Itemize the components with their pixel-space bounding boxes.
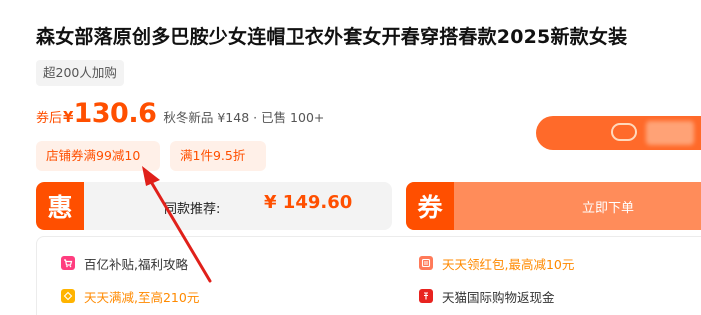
product-title: 森女部落原创多巴胺少女连帽卫衣外套女开春穿搭春款2025新款女装 <box>36 26 628 48</box>
benefit-item[interactable]: 天天领红包,最高减10元 <box>419 254 574 272</box>
price-row: 券后 ¥ 130.6 秋冬新品 ¥148 · 已售 100+ <box>36 98 325 129</box>
price-prefix: 券后 <box>36 111 63 126</box>
benefit-text: 天天领红包,最高减10元 <box>442 256 575 272</box>
buyers-count-tag: 超200人加购 <box>36 60 124 86</box>
benefit-text: 天猫国际购物返现金 <box>442 289 555 305</box>
blurred-text <box>646 121 694 145</box>
coupon-icon <box>61 289 75 303</box>
cart-icon <box>61 256 75 270</box>
similar-price: ¥ 149.60 <box>264 192 353 213</box>
benefit-text: 天天满减,至高210元 <box>84 289 200 305</box>
red-packet-icon <box>419 256 433 270</box>
store-coupon[interactable]: 店铺券满99减10 <box>36 141 160 171</box>
discount-coupon[interactable]: 满1件9.5折 <box>170 141 266 171</box>
buy-now-label: 立即下单 <box>582 201 635 216</box>
promo-banner[interactable] <box>536 116 701 150</box>
price-value: 130.6 <box>73 98 157 129</box>
benefit-item[interactable]: 百亿补贴,福利攻略 <box>61 254 188 272</box>
quan-badge: 券 <box>406 182 454 230</box>
benefit-text: 百亿补贴,福利攻略 <box>84 256 188 272</box>
buy-now-button[interactable]: 券 立即下单 <box>406 182 701 230</box>
hui-badge: 惠 <box>36 182 84 230</box>
cashback-icon <box>419 289 433 303</box>
similar-label: 同款推荐: <box>164 202 221 217</box>
benefits-panel: 百亿补贴,福利攻略 天天领红包,最高减10元 天天满减,至高210元 天猫国际购… <box>36 236 701 315</box>
price-currency: ¥ <box>63 108 74 126</box>
benefit-item[interactable]: 天猫国际购物返现金 <box>419 287 555 305</box>
blurred-logo <box>611 123 637 141</box>
similar-recommend-box[interactable]: 惠 同款推荐: ¥ 149.60 <box>36 182 392 230</box>
benefit-item[interactable]: 天天满减,至高210元 <box>61 287 199 305</box>
price-note: 秋冬新品 ¥148 · 已售 100+ <box>163 110 325 125</box>
